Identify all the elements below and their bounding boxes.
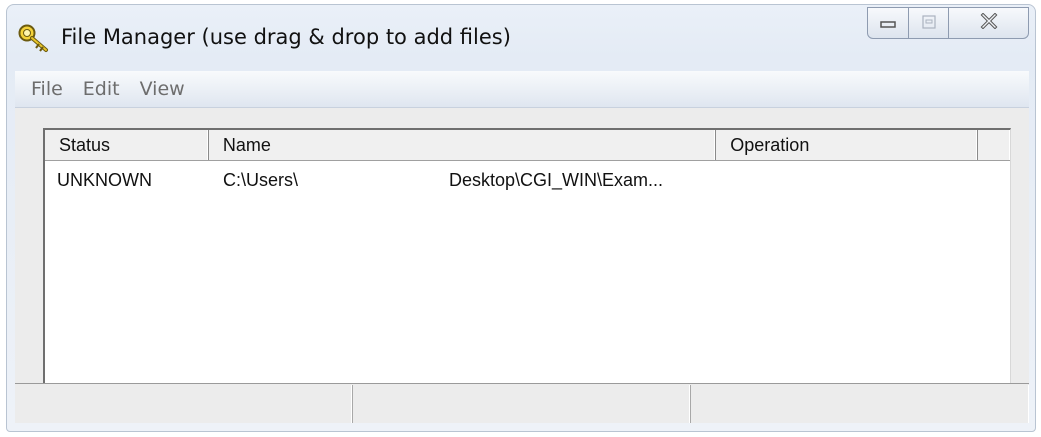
- column-header-operation[interactable]: Operation: [716, 130, 979, 160]
- status-pane-3: [691, 385, 1029, 423]
- column-header-name[interactable]: Name: [209, 130, 717, 160]
- status-pane-2: [353, 385, 691, 423]
- window-controls: [867, 7, 1029, 39]
- status-pane-1: [15, 385, 353, 423]
- title-bar[interactable]: File Manager (use drag & drop to add fil…: [7, 5, 1035, 65]
- file-manager-window: File Manager (use drag & drop to add fil…: [6, 4, 1036, 432]
- close-button[interactable]: [949, 7, 1029, 39]
- minimize-icon: [880, 14, 896, 33]
- column-header-status[interactable]: Status: [45, 130, 209, 160]
- menu-bar: File Edit View: [15, 71, 1029, 108]
- menu-file[interactable]: File: [31, 78, 63, 100]
- maximize-button[interactable]: [909, 7, 949, 39]
- key-magnifier-icon: [17, 23, 51, 53]
- row-status: UNKNOWN: [57, 170, 152, 190]
- close-icon: [980, 12, 998, 33]
- row-name-suffix: Desktop\CGI_WIN\Exam...: [449, 170, 664, 190]
- maximize-icon: [921, 14, 937, 33]
- client-area: Status Name Operation UNKNOWN C:\Users\ …: [15, 108, 1029, 423]
- menu-edit[interactable]: Edit: [83, 78, 120, 100]
- window-title: File Manager (use drag & drop to add fil…: [61, 25, 511, 49]
- column-header-filler[interactable]: [978, 130, 1010, 160]
- row-name-prefix: C:\Users\: [223, 170, 299, 190]
- table-row[interactable]: UNKNOWN C:\Users\ Desktop\CGI_WIN\Exam..…: [45, 170, 1010, 194]
- minimize-button[interactable]: [867, 7, 909, 39]
- list-bottom-divider: [15, 383, 1029, 384]
- menu-view[interactable]: View: [140, 78, 185, 100]
- file-list[interactable]: Status Name Operation UNKNOWN C:\Users\ …: [43, 128, 1011, 383]
- status-bar: [15, 385, 1029, 423]
- file-list-header: Status Name Operation: [45, 130, 1010, 161]
